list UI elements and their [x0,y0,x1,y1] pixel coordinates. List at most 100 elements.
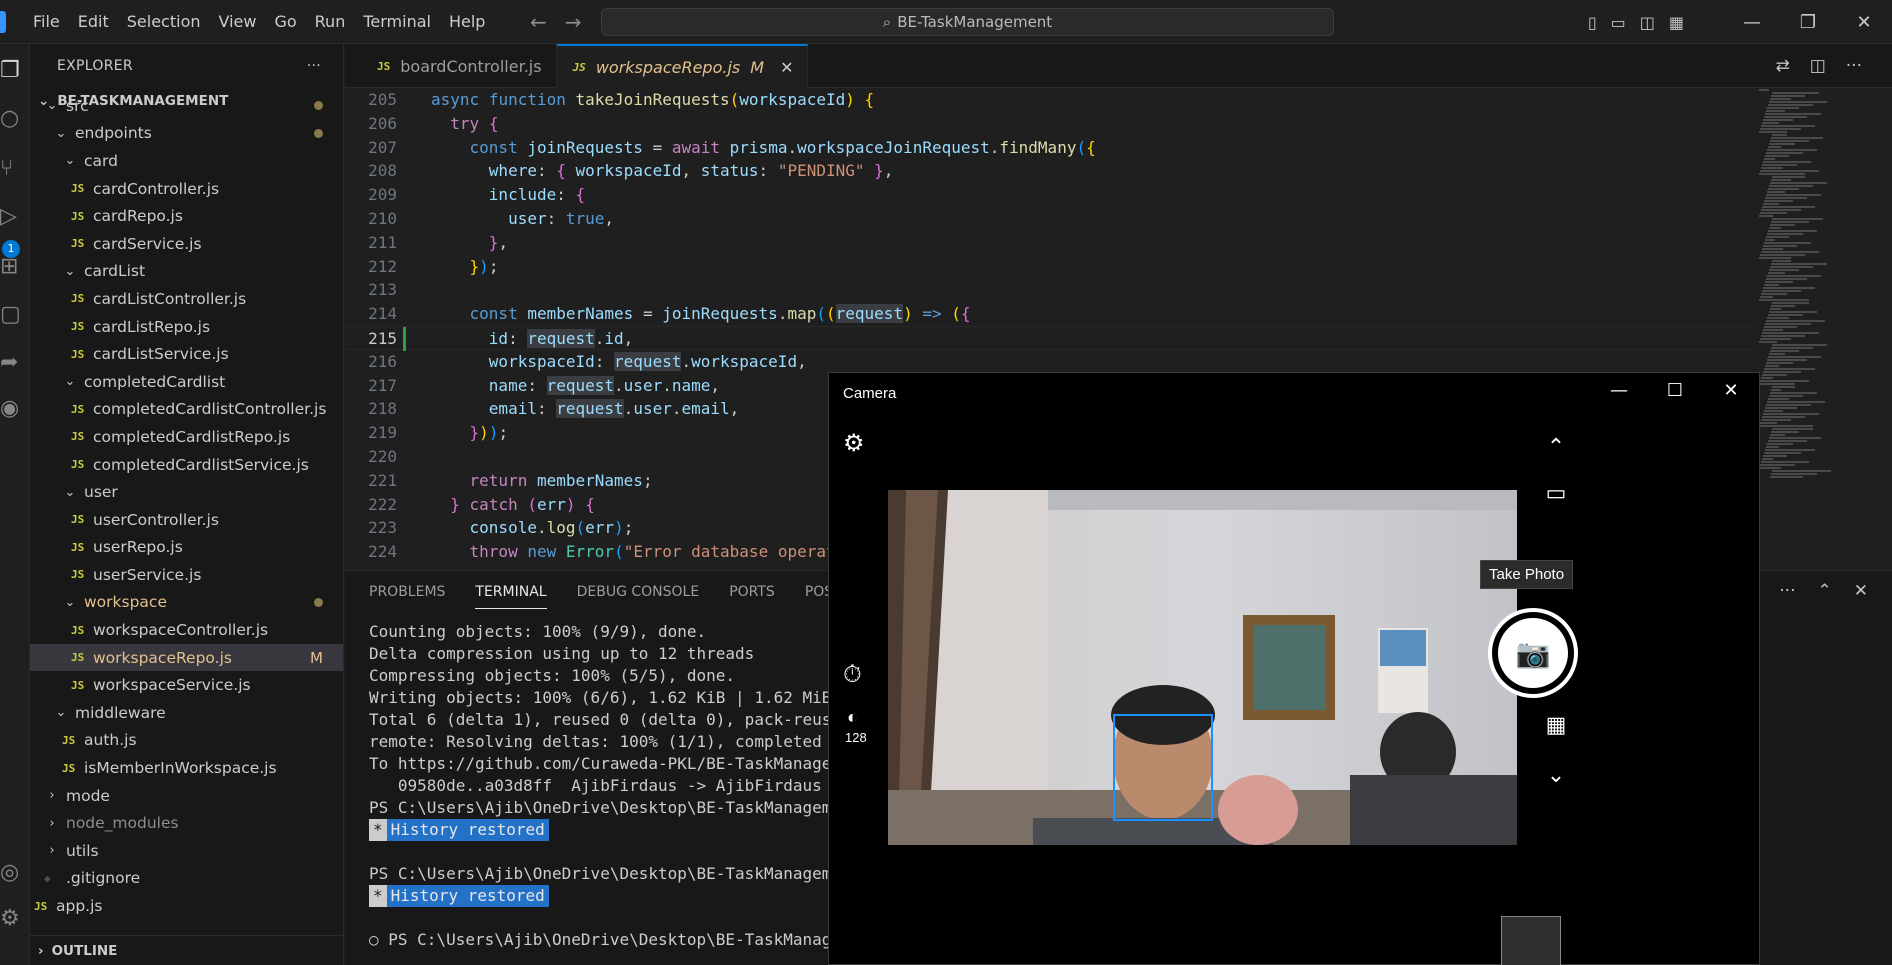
file-userservice-js[interactable]: JS userService.js [30,561,343,589]
source-control-icon[interactable]: ⑂ [0,156,28,181]
folder-endpoints[interactable]: ⌄ endpoints [30,120,343,148]
menu-file[interactable]: File [24,0,69,44]
remote-explorer-icon[interactable]: ▢ [0,302,28,327]
back-arrow-icon[interactable]: ← [530,10,547,34]
file-auth-js[interactable]: JS auth.js [30,727,343,755]
file-completedcardlistservice-js[interactable]: JS completedCardlistService.js [30,451,343,479]
menu-run[interactable]: Run [306,0,355,44]
file-completedcardlistcontroller-js[interactable]: JS completedCardlistController.js [30,396,343,424]
live-share-icon[interactable]: ➦ [0,350,28,375]
code-line[interactable]: 213 [345,278,1755,302]
chevron-up-icon[interactable]: ⌃ [1525,435,1587,460]
code-line[interactable]: 216 workspaceId: request.workspaceId, [345,350,1755,374]
file-workspacerepo-js[interactable]: JS workspaceRepo.js M [30,643,343,672]
tab-boardcontroller-js[interactable]: JS boardController.js [361,44,557,88]
file-usercontroller-js[interactable]: JS userController.js [30,506,343,534]
panel-tab-problems[interactable]: PROBLEMS [369,576,445,608]
toggle-sidebar-icon[interactable]: ▯ [1588,13,1597,32]
explorer-icon[interactable]: ❐ [0,58,28,83]
folder-completedcardlist[interactable]: ⌄ completedCardlist [30,368,343,396]
maximize-panel-icon[interactable]: ⌃ [1818,581,1832,601]
panel-more-icon[interactable]: ··· [1779,581,1795,601]
search-activity-icon[interactable]: ○ [0,106,28,131]
file-cardrepo-js[interactable]: JS cardRepo.js [30,202,343,230]
file--gitignore[interactable]: ◆ .gitignore [30,865,343,893]
camera-close-button[interactable]: ✕ [1703,373,1759,409]
photo-timer-icon[interactable]: ⏱ [843,661,862,689]
outline-section[interactable]: › OUTLINE [30,935,343,965]
code-line[interactable]: 210 user: true, [345,207,1755,231]
chevron-down-icon[interactable]: ⌄ [1525,763,1587,788]
file-workspaceservice-js[interactable]: JS workspaceService.js [30,671,343,699]
extensions-icon[interactable]: ⊞ [0,254,28,279]
code-line[interactable]: 205 async function takeJoinRequests(works… [345,88,1755,112]
panel-tab-terminal[interactable]: TERMINAL [475,576,547,609]
code-line[interactable]: 209 include: { [345,183,1755,207]
folder-workspace[interactable]: ⌄ workspace [30,589,343,617]
run-debug-icon[interactable]: ▷ [0,204,28,229]
close-tab-icon[interactable]: ✕ [780,58,793,77]
minimize-button[interactable]: — [1724,12,1780,33]
video-mode-icon[interactable]: ▭ [1525,481,1587,506]
account-icon[interactable]: ◎ [0,860,28,885]
manage-gear-icon[interactable]: ⚙ [0,906,28,931]
code-line[interactable]: 215 id: request.id, [345,325,1755,351]
file-userrepo-js[interactable]: JS userRepo.js [30,534,343,562]
toggle-secondary-sidebar-icon[interactable]: ◫ [1640,13,1655,32]
terminal-output[interactable]: Counting objects: 100% (9/9), done. Delta… [369,621,880,951]
folder-utils[interactable]: › utils [30,837,343,865]
more-actions-icon[interactable]: ··· [307,58,321,74]
camera-settings-gear-icon[interactable]: ⚙ [843,429,865,457]
qr-scan-icon[interactable]: ▦ [1525,713,1587,738]
file-ismemberinworkspace-js[interactable]: JS isMemberInWorkspace.js [30,754,343,782]
customize-layout-icon[interactable]: ▦ [1669,13,1684,32]
last-photo-thumbnail[interactable] [1501,916,1561,965]
code-line[interactable]: 207 const joinRequests = await prisma.wo… [345,136,1755,160]
more-editor-actions-icon[interactable]: ··· [1846,56,1862,76]
toggle-panel-icon[interactable]: ▭ [1611,13,1626,32]
file-cardlistservice-js[interactable]: JS cardListService.js [30,340,343,368]
restore-button[interactable]: ❐ [1780,12,1836,33]
menu-selection[interactable]: Selection [118,0,210,44]
brightness-icon[interactable]: ◐ [847,707,858,728]
menu-view[interactable]: View [210,0,266,44]
folder-cardlist[interactable]: ⌄ cardList [30,258,343,286]
menu-go[interactable]: Go [265,0,305,44]
file-cardservice-js[interactable]: JS cardService.js [30,230,343,258]
file-cardcontroller-js[interactable]: JS cardController.js [30,175,343,203]
camera-maximize-button[interactable]: ☐ [1647,373,1703,409]
folder-src[interactable]: ⌄ src [30,92,343,120]
split-editor-icon[interactable]: ◫ [1810,56,1826,76]
code-line[interactable]: 206 try { [345,112,1755,136]
file-app-js[interactable]: JS app.js [30,892,343,920]
postman-icon[interactable]: ◉ [0,396,28,421]
minimap-line [1763,119,1793,121]
panel-tab-debug-console[interactable]: DEBUG CONSOLE [577,576,700,608]
compare-changes-icon[interactable]: ⇄ [1775,56,1789,76]
file-completedcardlistrepo-js[interactable]: JS completedCardlistRepo.js [30,423,343,451]
folder-mode[interactable]: › mode [30,782,343,810]
take-photo-button[interactable]: 📷 [1488,608,1578,698]
menu-edit[interactable]: Edit [69,0,118,44]
folder-node-modules[interactable]: › node_modules [30,809,343,837]
file-cardlistrepo-js[interactable]: JS cardListRepo.js [30,313,343,341]
menu-terminal[interactable]: Terminal [354,0,440,44]
code-line[interactable]: 214 const memberNames = joinRequests.map… [345,302,1755,326]
code-line[interactable]: 208 where: { workspaceId, status: "PENDI… [345,159,1755,183]
code-line[interactable]: 212 }); [345,255,1755,279]
forward-arrow-icon[interactable]: → [565,10,582,34]
panel-tab-ports[interactable]: PORTS [729,576,775,608]
folder-user[interactable]: ⌄ user [30,478,343,506]
close-window-button[interactable]: ✕ [1836,12,1892,33]
code-line[interactable]: 211 }, [345,231,1755,255]
file-cardlistcontroller-js[interactable]: JS cardListController.js [30,285,343,313]
folder-middleware[interactable]: ⌄ middleware [30,699,343,727]
menu-help[interactable]: Help [440,0,494,44]
file-workspacecontroller-js[interactable]: JS workspaceController.js [30,616,343,644]
command-center-search[interactable]: ⌕ BE-TaskManagement [601,8,1334,36]
tab-workspacerepo-js[interactable]: JS workspaceRepo.js M ✕ [556,44,809,88]
camera-minimize-button[interactable]: — [1591,373,1647,409]
minimap[interactable] [1755,88,1892,568]
close-panel-icon[interactable]: ✕ [1854,581,1868,601]
folder-card[interactable]: ⌄ card [30,147,343,175]
